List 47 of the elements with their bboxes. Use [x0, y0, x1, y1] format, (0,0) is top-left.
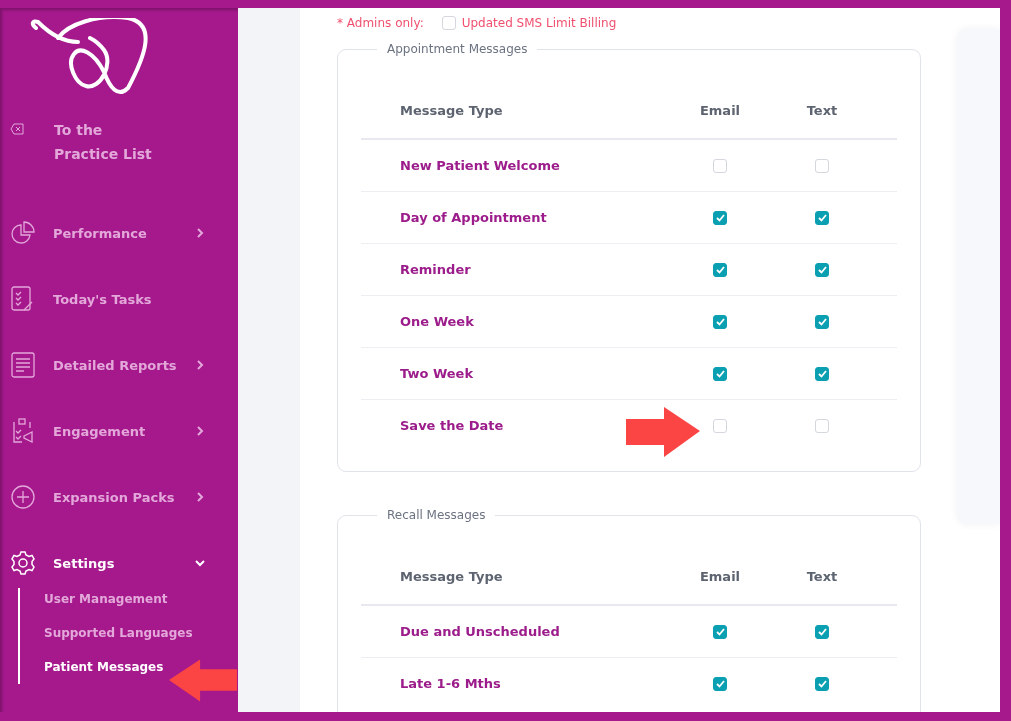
checkbox[interactable]	[713, 314, 727, 329]
card-title: Recall Messages	[386, 508, 487, 522]
nav-item[interactable]: Performance	[53, 225, 194, 241]
checkbox[interactable]	[815, 366, 829, 381]
column-header: Message Type	[399, 102, 504, 118]
column-header: Message Type	[399, 568, 504, 584]
admin-note: * Admins only:	[337, 16, 424, 30]
column-header: Email	[698, 102, 742, 118]
checkbox[interactable]	[815, 210, 829, 225]
message-type: New Patient Welcome	[399, 158, 561, 173]
nav-item[interactable]: Detailed Reports	[53, 357, 194, 373]
message-type: Day of Appointment	[399, 210, 548, 225]
checkbox-label: Updated SMS Limit Billing	[461, 16, 617, 30]
nav-item[interactable]: Expansion Packs	[53, 489, 194, 505]
back-icon[interactable]	[10, 122, 24, 136]
sub-nav-item[interactable]: Patient Messages	[44, 660, 164, 674]
pointer-arrow	[167, 658, 239, 704]
megaphone-icon	[10, 418, 36, 444]
sub-nav-item[interactable]: Supported Languages	[44, 626, 193, 640]
checkbox[interactable]	[815, 624, 829, 639]
column-header: Text	[805, 102, 839, 118]
message-type: Two Week	[399, 366, 475, 381]
message-type: Due and Unscheduled	[399, 624, 561, 639]
settings-icon	[10, 550, 36, 576]
nav-item[interactable]: Today's Tasks	[53, 291, 238, 307]
document-icon	[10, 352, 36, 378]
sub-nav-item[interactable]: User Management	[44, 592, 168, 606]
checkbox[interactable]	[713, 210, 727, 225]
card-title: Appointment Messages	[386, 42, 529, 56]
nav-item[interactable]: Settings	[53, 555, 194, 571]
checkbox[interactable]	[713, 366, 727, 381]
pie-chart-icon	[10, 220, 36, 246]
nav-item[interactable]: Engagement	[53, 423, 194, 439]
plus-circle-icon	[10, 484, 36, 510]
message-type: Reminder	[399, 262, 472, 277]
checkbox[interactable]	[713, 676, 727, 691]
column-header: Email	[698, 568, 742, 584]
checkbox[interactable]	[815, 262, 829, 277]
checkbox[interactable]	[713, 624, 727, 639]
message-type: Late 1-6 Mths	[399, 676, 502, 691]
checkbox[interactable]	[815, 676, 829, 691]
column-header: Text	[805, 568, 839, 584]
message-type: Save the Date	[399, 418, 505, 433]
checkbox[interactable]	[815, 314, 829, 329]
back-link[interactable]: To the Practice List	[54, 118, 152, 166]
message-type: One Week	[399, 314, 475, 329]
checkbox[interactable]	[713, 262, 727, 277]
